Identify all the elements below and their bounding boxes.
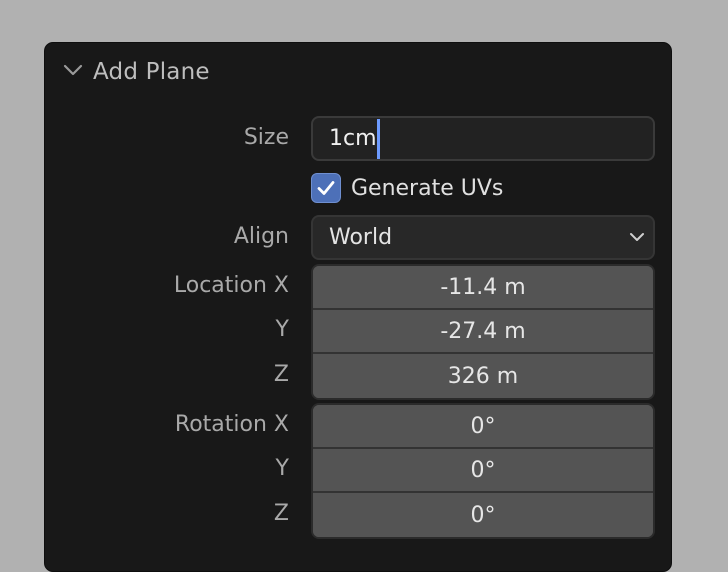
location-y-field[interactable]: -27.4 m	[313, 310, 653, 354]
location-x-field[interactable]: -11.4 m	[313, 266, 653, 310]
text-caret	[376, 118, 380, 159]
rotation-y-label: Y	[275, 456, 289, 481]
align-label: Align	[233, 224, 289, 249]
size-input-value: 1cm	[329, 126, 377, 151]
size-input[interactable]: 1cm	[311, 116, 655, 161]
location-z-field[interactable]: 326 m	[313, 354, 653, 398]
align-dropdown-value: World	[329, 225, 393, 250]
panel-title: Add Plane	[93, 59, 210, 85]
location-group: -11.4 m -27.4 m 326 m	[311, 264, 655, 400]
rotation-group: 0° 0° 0°	[311, 403, 655, 539]
checkmark-icon	[317, 181, 335, 195]
align-dropdown[interactable]: World	[311, 215, 655, 260]
rotation-z-field[interactable]: 0°	[313, 493, 653, 537]
generate-uvs-checkbox[interactable]	[311, 173, 341, 203]
location-z-label: Z	[273, 362, 289, 387]
rotation-z-label: Z	[273, 501, 289, 526]
rotation-x-field[interactable]: 0°	[313, 405, 653, 449]
chevron-down-icon	[630, 233, 644, 241]
rotation-y-field[interactable]: 0°	[313, 449, 653, 493]
operator-panel: Add Plane Size 1cm Generate UVs Align Wo…	[44, 42, 672, 572]
location-y-label: Y	[275, 317, 289, 342]
generate-uvs-label: Generate UVs	[351, 175, 504, 201]
generate-uvs-checkbox-row[interactable]: Generate UVs	[311, 171, 503, 205]
location-x-label: Location X	[173, 273, 289, 298]
panel-header[interactable]: Add Plane	[45, 43, 671, 101]
rotation-x-label: Rotation X	[174, 412, 289, 437]
chevron-down-icon[interactable]	[63, 63, 83, 77]
size-label: Size	[243, 125, 289, 150]
